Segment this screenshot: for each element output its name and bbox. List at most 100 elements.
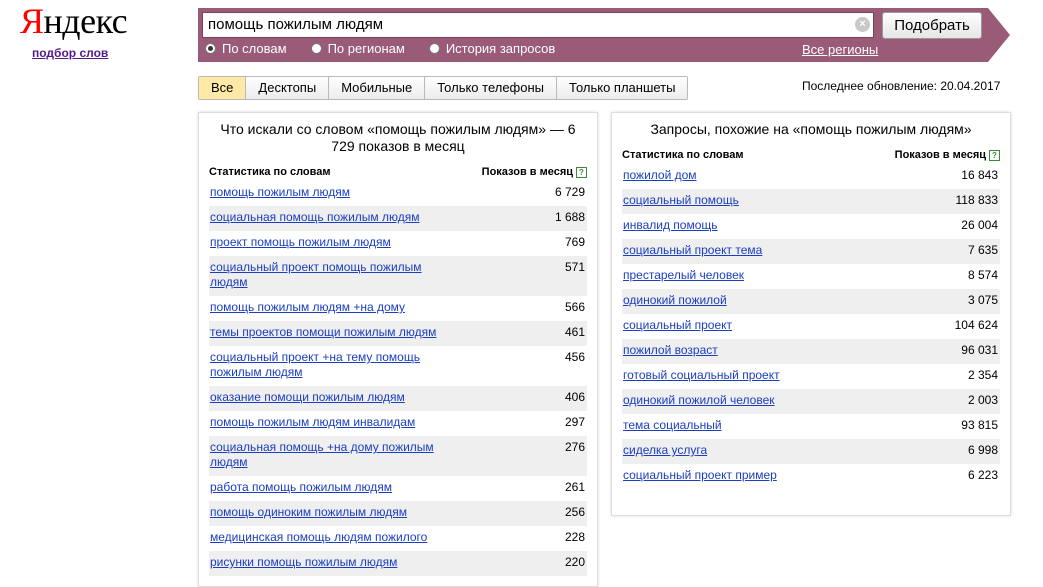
- table-row: помощь пожилым людям +на дому 566: [209, 296, 587, 321]
- radio-query-history[interactable]: История запросов: [428, 41, 556, 56]
- impressions-count: 571: [564, 260, 585, 274]
- impressions-count: 3 075: [967, 293, 998, 307]
- radio-by-regions[interactable]: По регионам: [310, 41, 405, 56]
- phrase-link[interactable]: социальный проект +на тему помощь пожилы…: [210, 350, 450, 380]
- radio-checked-icon[interactable]: [205, 43, 216, 54]
- last-updated: Последнее обновление: 20.04.2017: [802, 79, 1001, 93]
- impressions-count: 93 815: [961, 418, 998, 432]
- phrase-link[interactable]: социальный проект помощь пожилым людям: [210, 260, 450, 290]
- impressions-count: 7 635: [967, 243, 998, 257]
- table-row: помощь пожилым людям 6 729: [209, 181, 587, 206]
- help-icon[interactable]: ?: [576, 166, 587, 178]
- tab-phones-only[interactable]: Только телефоны: [425, 77, 558, 99]
- phrase-link[interactable]: одинокий пожилой: [623, 293, 727, 308]
- phrase-link[interactable]: пожилой возраст: [623, 343, 718, 358]
- phrase-link[interactable]: одинокий пожилой человек: [623, 393, 775, 408]
- column-header-words: Статистика по словам: [209, 166, 331, 178]
- device-tabs: Все Десктопы Мобильные Только телефоны Т…: [198, 76, 689, 100]
- right-panel-title: Запросы, похожие на «помощь пожилым людя…: [650, 121, 972, 137]
- table-row: инвалид помощь 26 004: [622, 214, 1000, 239]
- impressions-count: 6 729: [554, 185, 585, 199]
- tab-mobile[interactable]: Мобильные: [329, 77, 426, 99]
- find-button[interactable]: Подобрать: [882, 12, 982, 39]
- column-header-count-label: Показов в месяц: [481, 166, 573, 178]
- impressions-count: 220: [564, 555, 585, 569]
- impressions-count: 104 624: [954, 318, 998, 332]
- impressions-count: 16 843: [961, 168, 998, 182]
- table-row: престарелый человек 8 574: [622, 264, 1000, 289]
- table-row: социальная помощь пожилым людям 1 688: [209, 206, 587, 231]
- phrase-link[interactable]: тема социальный: [623, 418, 722, 433]
- impressions-count: 2 003: [967, 393, 998, 407]
- phrase-link[interactable]: пожилой дом: [623, 168, 697, 183]
- impressions-count: 456: [564, 350, 585, 364]
- phrase-link[interactable]: социальная помощь +на дому пожилым людям: [210, 440, 450, 470]
- table-row: пожилой дом 16 843: [622, 164, 1000, 189]
- table-row: готовый социальный проект 2 354: [622, 364, 1000, 389]
- table-row: рисунки помощь пожилым людям 220: [209, 551, 587, 576]
- impressions-count: 769: [564, 235, 585, 249]
- yandex-logo[interactable]: Яндекс: [20, 1, 128, 41]
- search-band-arrow: [988, 8, 1010, 62]
- search-mode-radios: По словам По регионам История запросов: [205, 41, 579, 56]
- help-icon[interactable]: ?: [989, 149, 1000, 161]
- phrase-link[interactable]: социальный проект: [623, 318, 732, 333]
- table-row: сиделка услуга 6 998: [622, 439, 1000, 464]
- table-row: медицинская помощь людям пожилого 228: [209, 526, 587, 551]
- phrase-link[interactable]: инвалид помощь: [623, 218, 718, 233]
- radio-by-words[interactable]: По словам: [205, 41, 287, 56]
- impressions-count: 461: [564, 325, 585, 339]
- phrase-link[interactable]: социальный проект пример: [623, 468, 777, 483]
- phrase-link[interactable]: проект помощь пожилым людям: [210, 235, 391, 250]
- impressions-count: 566: [564, 300, 585, 314]
- phrase-link[interactable]: престарелый человек: [623, 268, 744, 283]
- all-regions-link[interactable]: Все регионы: [802, 42, 878, 57]
- phrase-link[interactable]: сиделка услуга: [623, 443, 707, 458]
- impressions-count: 6 223: [967, 468, 998, 482]
- table-row: пожилой возраст 96 031: [622, 339, 1000, 364]
- impressions-count: 118 833: [955, 193, 999, 207]
- radio-unchecked-icon[interactable]: [428, 43, 440, 54]
- impressions-count: 256: [564, 505, 585, 519]
- impressions-count: 406: [564, 390, 585, 404]
- radio-unchecked-icon[interactable]: [310, 43, 322, 54]
- phrase-link[interactable]: помощь одиноким пожилым людям: [210, 505, 407, 520]
- table-row: социальный проект помощь пожилым людям 57…: [209, 256, 587, 296]
- table-row: помощь пожилым людям инвалидам 297: [209, 411, 587, 436]
- left-panel-title: Что искали со словом «помощь пожилым люд…: [220, 121, 576, 154]
- phrase-link[interactable]: медицинская помощь людям пожилого: [210, 530, 427, 545]
- impressions-count: 8 574: [967, 268, 998, 282]
- clear-icon[interactable]: ×: [855, 17, 870, 32]
- phrase-link[interactable]: готовый социальный проект: [623, 368, 780, 383]
- phrase-link[interactable]: помощь пожилым людям инвалидам: [210, 415, 415, 430]
- tab-all[interactable]: Все: [199, 77, 247, 99]
- table-row: социальный проект 104 624: [622, 314, 1000, 339]
- wordstat-link[interactable]: подбор слов: [32, 46, 108, 60]
- right-column-headers: Статистика по словам Показов в месяц?: [622, 148, 1000, 162]
- phrase-link[interactable]: темы проектов помощи пожилым людям: [210, 325, 436, 340]
- radio-label: История запросов: [445, 41, 556, 56]
- phrase-link[interactable]: работа помощь пожилым людям: [210, 480, 392, 495]
- tab-desktops[interactable]: Десктопы: [246, 77, 330, 99]
- phrase-link[interactable]: помощь пожилым людям +на дому: [210, 300, 405, 315]
- tab-tablets-only[interactable]: Только планшеты: [557, 77, 688, 99]
- phrase-link[interactable]: социальный помощь: [623, 193, 739, 208]
- search-input[interactable]: помощь пожилым людям: [202, 12, 874, 38]
- radio-label: По словам: [222, 41, 287, 56]
- logo-letter: Я: [20, 1, 44, 41]
- phrase-link[interactable]: оказание помощи пожилым людям: [210, 390, 405, 405]
- column-header-words: Статистика по словам: [622, 149, 744, 161]
- phrase-link[interactable]: рисунки помощь пожилым людям: [210, 555, 397, 570]
- table-row: тема социальный 93 815: [622, 414, 1000, 439]
- impressions-count: 261: [564, 480, 585, 494]
- table-row: социальный проект +на тему помощь пожилы…: [209, 346, 587, 386]
- phrase-link[interactable]: социальный проект тема: [623, 243, 762, 258]
- table-row: проект помощь пожилым людям 769: [209, 231, 587, 256]
- impressions-count: 96 031: [961, 343, 998, 357]
- impressions-count: 6 998: [967, 443, 998, 457]
- table-row: социальный помощь 118 833: [622, 189, 1000, 214]
- phrase-link[interactable]: помощь пожилым людям: [210, 185, 350, 200]
- table-row: социальная помощь +на дому пожилым людям…: [209, 436, 587, 476]
- impressions-count: 2 354: [967, 368, 998, 382]
- phrase-link[interactable]: социальная помощь пожилым людям: [210, 210, 419, 225]
